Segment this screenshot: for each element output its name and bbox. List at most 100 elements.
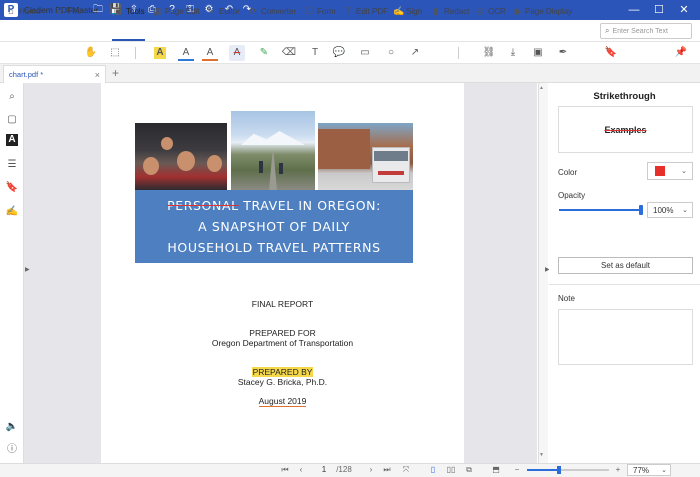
sign-icon: ✍	[393, 5, 405, 16]
thumbnail-icon[interactable]: ▢	[4, 112, 20, 128]
color-picker[interactable]: ⌄	[647, 162, 693, 180]
outline-icon[interactable]: ☰	[4, 157, 20, 173]
search-icon[interactable]: ⌕	[4, 89, 20, 105]
add-tab-icon[interactable]: +	[112, 66, 119, 80]
panel-divider	[549, 284, 700, 285]
circle-icon[interactable]: ○	[383, 45, 399, 61]
tab-editor[interactable]: ✎ Editor	[206, 3, 240, 19]
chevron-down-icon: ⌄	[682, 207, 688, 214]
folder-icon[interactable]: 🗀	[91, 3, 105, 17]
highlight-icon[interactable]: A	[154, 47, 166, 59]
next-page-icon[interactable]: ›	[366, 464, 376, 476]
zoom-slider-thumb[interactable]	[557, 466, 561, 474]
tab-page-display[interactable]: ◉ Page Display	[512, 3, 572, 19]
total-pages: /128	[336, 465, 352, 474]
color-label: Color	[558, 168, 578, 177]
set-default-button[interactable]: Set as default	[558, 257, 693, 274]
fit-page-icon[interactable]: ⤧	[400, 464, 412, 476]
tab-page-edit[interactable]: ▦ Page Edit	[152, 3, 200, 19]
zoom-out-icon[interactable]: −	[512, 464, 522, 476]
link-icon[interactable]: ⛓	[481, 45, 497, 61]
tab-redact[interactable]: ▮ Redact	[431, 3, 470, 19]
document-title-banner[interactable]: PERSONAL TRAVEL IN OREGON: A SNAPSHOT OF…	[135, 190, 413, 263]
tab-sign[interactable]: ✍ Sign	[393, 3, 422, 19]
image-icon[interactable]: ▣	[530, 45, 546, 61]
tab-tools[interactable]: ▣ Tools	[113, 3, 145, 19]
redact-icon: ▮	[433, 5, 439, 16]
department-text: Oregon Department of Transportation	[211, 338, 354, 348]
document-tab-label: chart.pdf *	[9, 70, 44, 79]
title-line-2: A SNAPSHOT OF DAILY	[198, 219, 350, 234]
comment-icon[interactable]: 💬	[331, 45, 347, 61]
toolbar-separator	[135, 47, 136, 59]
vertical-scrollbar[interactable]	[538, 83, 548, 463]
photo-family-in-car	[135, 123, 227, 190]
maximize-button[interactable]: ☐	[647, 2, 671, 18]
collapse-left-icon[interactable]: ▶	[25, 266, 30, 273]
first-page-icon[interactable]: ⏮	[280, 464, 290, 476]
bookmark-icon[interactable]: 🔖	[4, 180, 20, 196]
previous-page-icon[interactable]: ‹	[296, 464, 306, 476]
page-number-input[interactable]	[316, 464, 332, 476]
tab-ocr[interactable]: ◎ OCR	[475, 3, 506, 19]
tab-edit-pdf[interactable]: T Edit PDF	[343, 3, 388, 19]
highlighted-text[interactable]: PREPARED BY	[251, 367, 314, 377]
strikethrough-word[interactable]: PERSONAL	[167, 198, 239, 213]
bookmark-icon[interactable]: 🔖	[603, 45, 619, 61]
single-page-view-icon[interactable]: ▯	[427, 464, 439, 476]
file-icon: ▭	[55, 5, 65, 16]
annotation-list-icon[interactable]: A	[6, 134, 18, 146]
speaker-icon[interactable]: 🔈	[4, 419, 20, 435]
opacity-value: 100%	[653, 205, 674, 215]
tools-icon: ▣	[113, 5, 123, 16]
tab-file[interactable]: ▭ File	[55, 3, 81, 19]
scroll-up-icon[interactable]: ▲	[539, 85, 544, 91]
tab-home[interactable]: ⌂ Home	[6, 3, 40, 19]
annotation-toolbar	[0, 42, 700, 64]
rectangle-icon[interactable]: ▭	[357, 45, 373, 61]
opacity-slider-thumb[interactable]	[639, 205, 643, 215]
editor-icon: ✎	[207, 5, 215, 16]
close-button[interactable]: ✕	[672, 2, 696, 18]
note-textarea[interactable]	[558, 309, 693, 365]
signature-icon[interactable]: ✒	[555, 45, 571, 61]
stamp-icon[interactable]: ⤓	[505, 45, 521, 61]
opacity-slider-track[interactable]	[559, 209, 642, 211]
tab-converter[interactable]: ⟳ Converter	[248, 3, 296, 19]
strikethrough-icon[interactable]: A	[229, 45, 245, 61]
text-box-icon[interactable]: T	[307, 45, 323, 61]
scroll-down-icon[interactable]: ▼	[539, 452, 544, 458]
search-input[interactable]	[612, 27, 689, 35]
search-box[interactable]: ⌕	[600, 23, 692, 39]
signature-icon[interactable]: ✍	[4, 204, 20, 220]
pin-icon[interactable]: 📌	[673, 45, 689, 61]
underlined-text[interactable]: August 2019	[258, 396, 307, 407]
two-page-view-icon[interactable]: ▯▯	[444, 464, 458, 476]
opacity-select[interactable]: 100% ⌄	[647, 202, 693, 218]
panel-title: Strikethrough	[593, 91, 656, 102]
chevron-down-icon: ⌄	[681, 168, 687, 175]
last-page-icon[interactable]: ⏭	[382, 464, 392, 476]
hand-tool-icon[interactable]: ✋	[83, 45, 99, 61]
close-tab-icon[interactable]: ×	[95, 70, 100, 80]
zoom-in-icon[interactable]: +	[613, 464, 623, 476]
eraser-icon[interactable]: ⌫	[281, 45, 297, 61]
title-line-3: HOUSEHOLD TRAVEL PATTERNS	[167, 240, 381, 255]
zoom-slider-fill	[527, 469, 559, 471]
document-tab[interactable]: chart.pdf * ×	[3, 65, 106, 83]
underline-blue-icon[interactable]: A	[178, 45, 194, 61]
page-display-icon: ◉	[513, 5, 521, 16]
rotate-view-icon[interactable]: ⬒	[490, 464, 502, 476]
date-line: August 2019	[101, 396, 464, 407]
toolbar-separator	[458, 47, 459, 59]
arrow-icon[interactable]: ↗	[407, 45, 423, 61]
title-line-1: PERSONAL TRAVEL IN OREGON:	[167, 198, 381, 213]
select-tool-icon[interactable]: ⬚	[107, 45, 123, 61]
info-icon[interactable]: ⓘ	[4, 442, 20, 458]
tab-form[interactable]: ☐ Form	[304, 3, 336, 19]
pencil-icon[interactable]: ✎	[256, 45, 272, 61]
continuous-view-icon[interactable]: ⧉	[463, 464, 475, 476]
minimize-button[interactable]: —	[622, 2, 646, 18]
zoom-select[interactable]: 77% ⌄	[627, 464, 671, 476]
underline-orange-icon[interactable]: A	[202, 45, 218, 61]
